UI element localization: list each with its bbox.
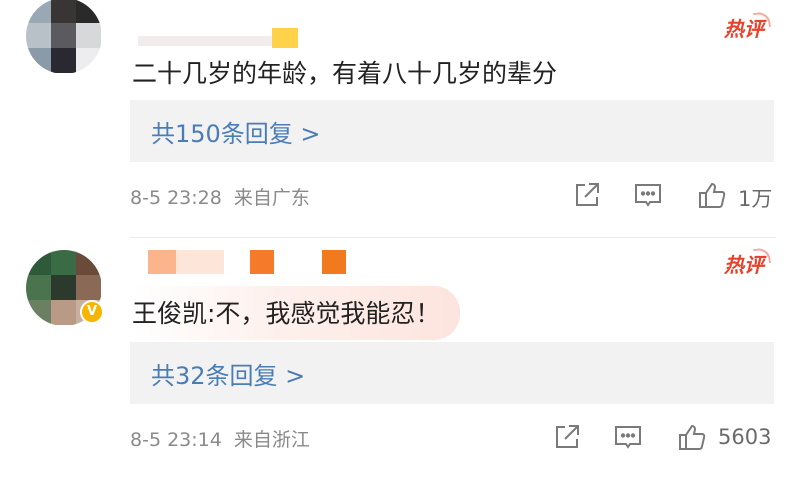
comment-meta: 8-5 23:28 来自广东	[130, 183, 310, 210]
view-replies-link[interactable]: 共32条回复 >	[151, 356, 305, 391]
comment-text: 二十几岁的年龄，有着八十几岁的辈分	[132, 59, 558, 88]
share-icon[interactable]	[552, 422, 582, 452]
hot-comment-badge: 热评	[724, 246, 772, 282]
verified-badge: V	[80, 300, 104, 324]
avatar[interactable]	[26, 0, 102, 74]
view-replies-link[interactable]: 共150条回复 >	[151, 114, 321, 149]
comment-source: 来自浙江	[233, 429, 310, 451]
comment-item: 热评 二十几岁的年龄，有着八十几岁的辈分 共150条回复 > 8-5 23:28…	[0, 0, 800, 238]
share-icon[interactable]	[572, 180, 602, 210]
reply-box[interactable]: 共150条回复 >	[130, 100, 774, 162]
like-icon[interactable]	[677, 422, 707, 452]
like-icon[interactable]	[697, 180, 727, 210]
comment-meta: 8-5 23:14 来自浙江	[130, 425, 310, 452]
comment-date: 8-5 23:14	[130, 429, 222, 451]
comment-icon[interactable]	[633, 180, 663, 210]
like-count: 1万	[738, 187, 773, 211]
comment-item: V 王俊凯:不，我感觉我能忍！ 共32条回复 > 8-5 23:14 来自浙江	[0, 238, 800, 479]
hot-comment-badge: 热评	[724, 10, 772, 46]
like-count: 5603	[718, 425, 772, 449]
comment-icon[interactable]	[613, 422, 643, 452]
comment-date: 8-5 23:28	[130, 187, 222, 209]
comment-text: 王俊凯:不，我感觉我能忍！	[132, 286, 461, 340]
reply-box[interactable]: 共32条回复 >	[130, 342, 774, 404]
comment-source: 来自广东	[233, 187, 310, 209]
